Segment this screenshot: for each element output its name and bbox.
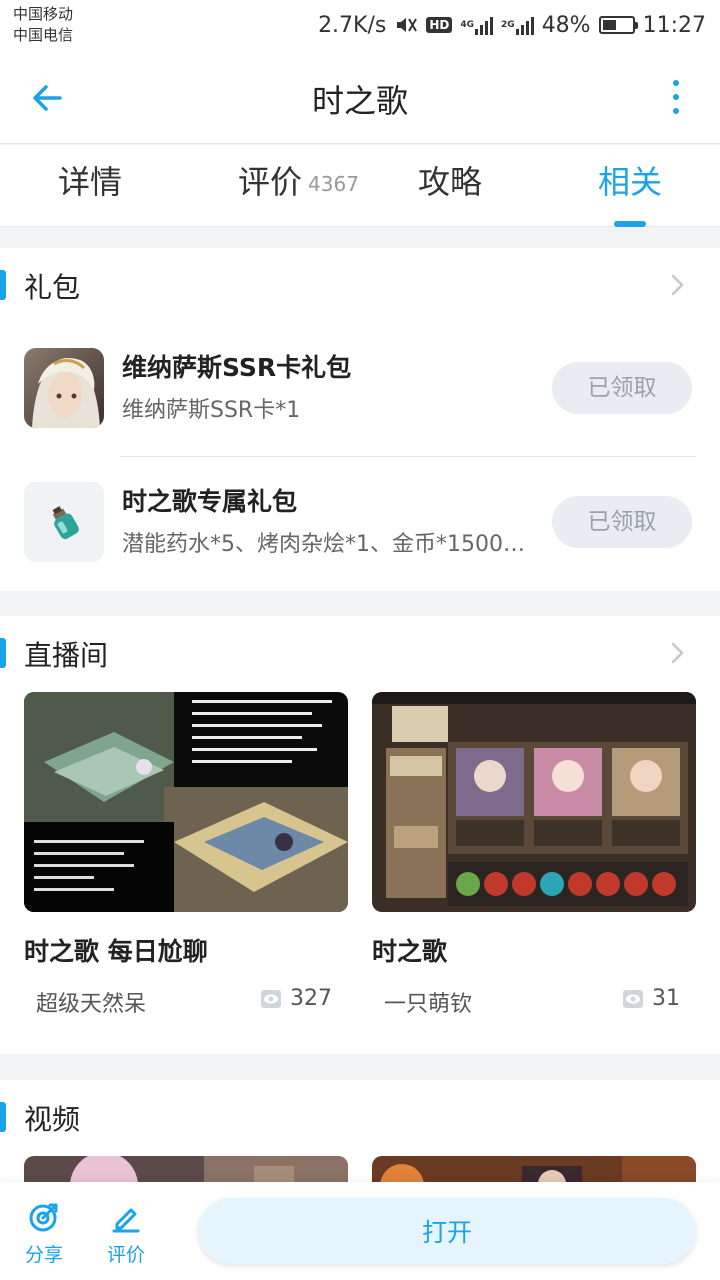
live-stream-card[interactable]: 时之歌 一只萌钦 31 xyxy=(372,692,696,1026)
review-button[interactable]: 评价 xyxy=(96,1200,156,1267)
edit-icon xyxy=(112,1208,140,1233)
gift-section-title: 礼包 xyxy=(24,271,81,304)
gift-item[interactable]: 时之歌专属礼包 潜能药水*5、烤肉杂烩*1、金币*15000… 已领取 xyxy=(0,458,720,592)
tab-guides[interactable]: 攻略 xyxy=(418,161,482,211)
claimed-button[interactable]: 已领取 xyxy=(552,496,692,548)
claimed-button[interactable]: 已领取 xyxy=(552,362,692,414)
live-stream-title: 时之歌 每日尬聊 xyxy=(24,937,208,966)
gift-name: 时之歌专属礼包 xyxy=(122,487,298,516)
tab-reviews[interactable]: 评价 4367 xyxy=(238,161,359,211)
open-game-button[interactable]: 打开 xyxy=(198,1198,696,1264)
signal-4g-icon: 4G xyxy=(460,15,494,35)
live-stream-meta: 超级天然呆 327 xyxy=(24,986,348,1026)
network-speed: 2.7K/s xyxy=(318,12,387,38)
carrier-primary: 中国移动 xyxy=(13,5,74,23)
share-icon xyxy=(29,1203,58,1232)
view-count: 31 xyxy=(622,986,680,1011)
tab-details[interactable]: 详情 xyxy=(58,161,122,211)
tab-details-label: 详情 xyxy=(58,163,123,201)
section-accent-bar xyxy=(0,270,6,300)
section-accent-bar xyxy=(0,638,6,668)
view-count-value: 31 xyxy=(652,986,680,1011)
video-section-title: 视频 xyxy=(24,1103,81,1136)
gift-item[interactable]: 维纳萨斯SSR卡礼包 维纳萨斯SSR卡*1 已领取 xyxy=(0,324,720,458)
review-label: 评价 xyxy=(106,1244,145,1266)
tab-guides-label: 攻略 xyxy=(418,163,483,201)
eye-icon xyxy=(623,989,643,1008)
tab-bar: 详情 评价 4367 攻略 相关 xyxy=(0,145,720,227)
gift-section-header[interactable]: 礼包 xyxy=(0,248,720,322)
divider xyxy=(120,456,696,457)
live-section-title: 直播间 xyxy=(24,639,109,672)
video-section-header[interactable]: 视频 xyxy=(0,1080,720,1154)
gift-character-thumbnail xyxy=(24,348,104,428)
battery-icon xyxy=(598,16,638,34)
active-tab-indicator xyxy=(614,221,646,227)
share-button[interactable]: 分享 xyxy=(14,1200,74,1267)
gift-description: 潜能药水*5、烤肉杂烩*1、金币*15000… xyxy=(122,532,527,557)
gift-section: 礼包 维纳萨斯SSR卡礼包 维纳萨斯SSR卡*1 已领取 时之歌专属礼包 潜能药… xyxy=(0,248,720,591)
review-count: 4367 xyxy=(308,172,359,196)
live-section: 直播间 时之歌 每日尬聊 超级天然呆 327 时之歌 一只萌钦 31 xyxy=(0,616,720,1054)
chevron-right-icon xyxy=(671,274,684,296)
live-stream-title: 时之歌 xyxy=(372,937,448,966)
view-count-value: 327 xyxy=(290,986,332,1011)
tab-related[interactable]: 相关 xyxy=(598,161,662,211)
view-count: 327 xyxy=(260,986,332,1011)
hd-badge: HD xyxy=(426,17,453,33)
eye-icon xyxy=(261,989,281,1008)
carrier-secondary: 中国电信 xyxy=(13,26,74,44)
app-bar: 时之歌 xyxy=(0,50,720,144)
chevron-right-icon xyxy=(671,642,684,664)
streamer-name: 超级天然呆 xyxy=(36,992,147,1017)
status-indicators: 2.7K/s HD 4G 2G 48% 11:27 xyxy=(318,8,706,42)
more-options-icon[interactable] xyxy=(670,80,682,114)
page-title: 时之歌 xyxy=(311,82,408,120)
live-section-header[interactable]: 直播间 xyxy=(0,616,720,690)
potion-bottle-thumbnail xyxy=(24,482,104,562)
bottom-action-bar: 分享 评价 打开 xyxy=(0,1182,720,1280)
status-bar: 中国移动 中国电信 2.7K/s HD 4G 2G 48% 11:27 xyxy=(0,0,720,50)
section-accent-bar xyxy=(0,1102,6,1132)
gift-description: 维纳萨斯SSR卡*1 xyxy=(122,398,301,423)
share-label: 分享 xyxy=(24,1244,63,1266)
streamer-name: 一只萌钦 xyxy=(384,992,473,1017)
mute-icon xyxy=(394,14,418,36)
gift-name: 维纳萨斯SSR卡礼包 xyxy=(122,353,352,382)
live-stream-card[interactable]: 时之歌 每日尬聊 超级天然呆 327 xyxy=(24,692,348,1026)
carrier-info: 中国移动 中国电信 xyxy=(13,4,73,46)
video-section: 视频 xyxy=(0,1080,720,1216)
clock: 11:27 xyxy=(642,12,706,38)
battery-percent: 48% xyxy=(541,12,591,38)
tab-reviews-label: 评价 xyxy=(238,163,303,201)
live-stream-thumbnail xyxy=(372,692,696,912)
live-stream-thumbnail xyxy=(24,692,348,912)
net-2g-label: 2G xyxy=(501,19,515,30)
net-4g-label: 4G xyxy=(460,19,475,30)
live-stream-meta: 一只萌钦 31 xyxy=(372,986,696,1026)
tab-related-label: 相关 xyxy=(598,163,663,201)
signal-2g-icon: 2G xyxy=(501,15,534,35)
